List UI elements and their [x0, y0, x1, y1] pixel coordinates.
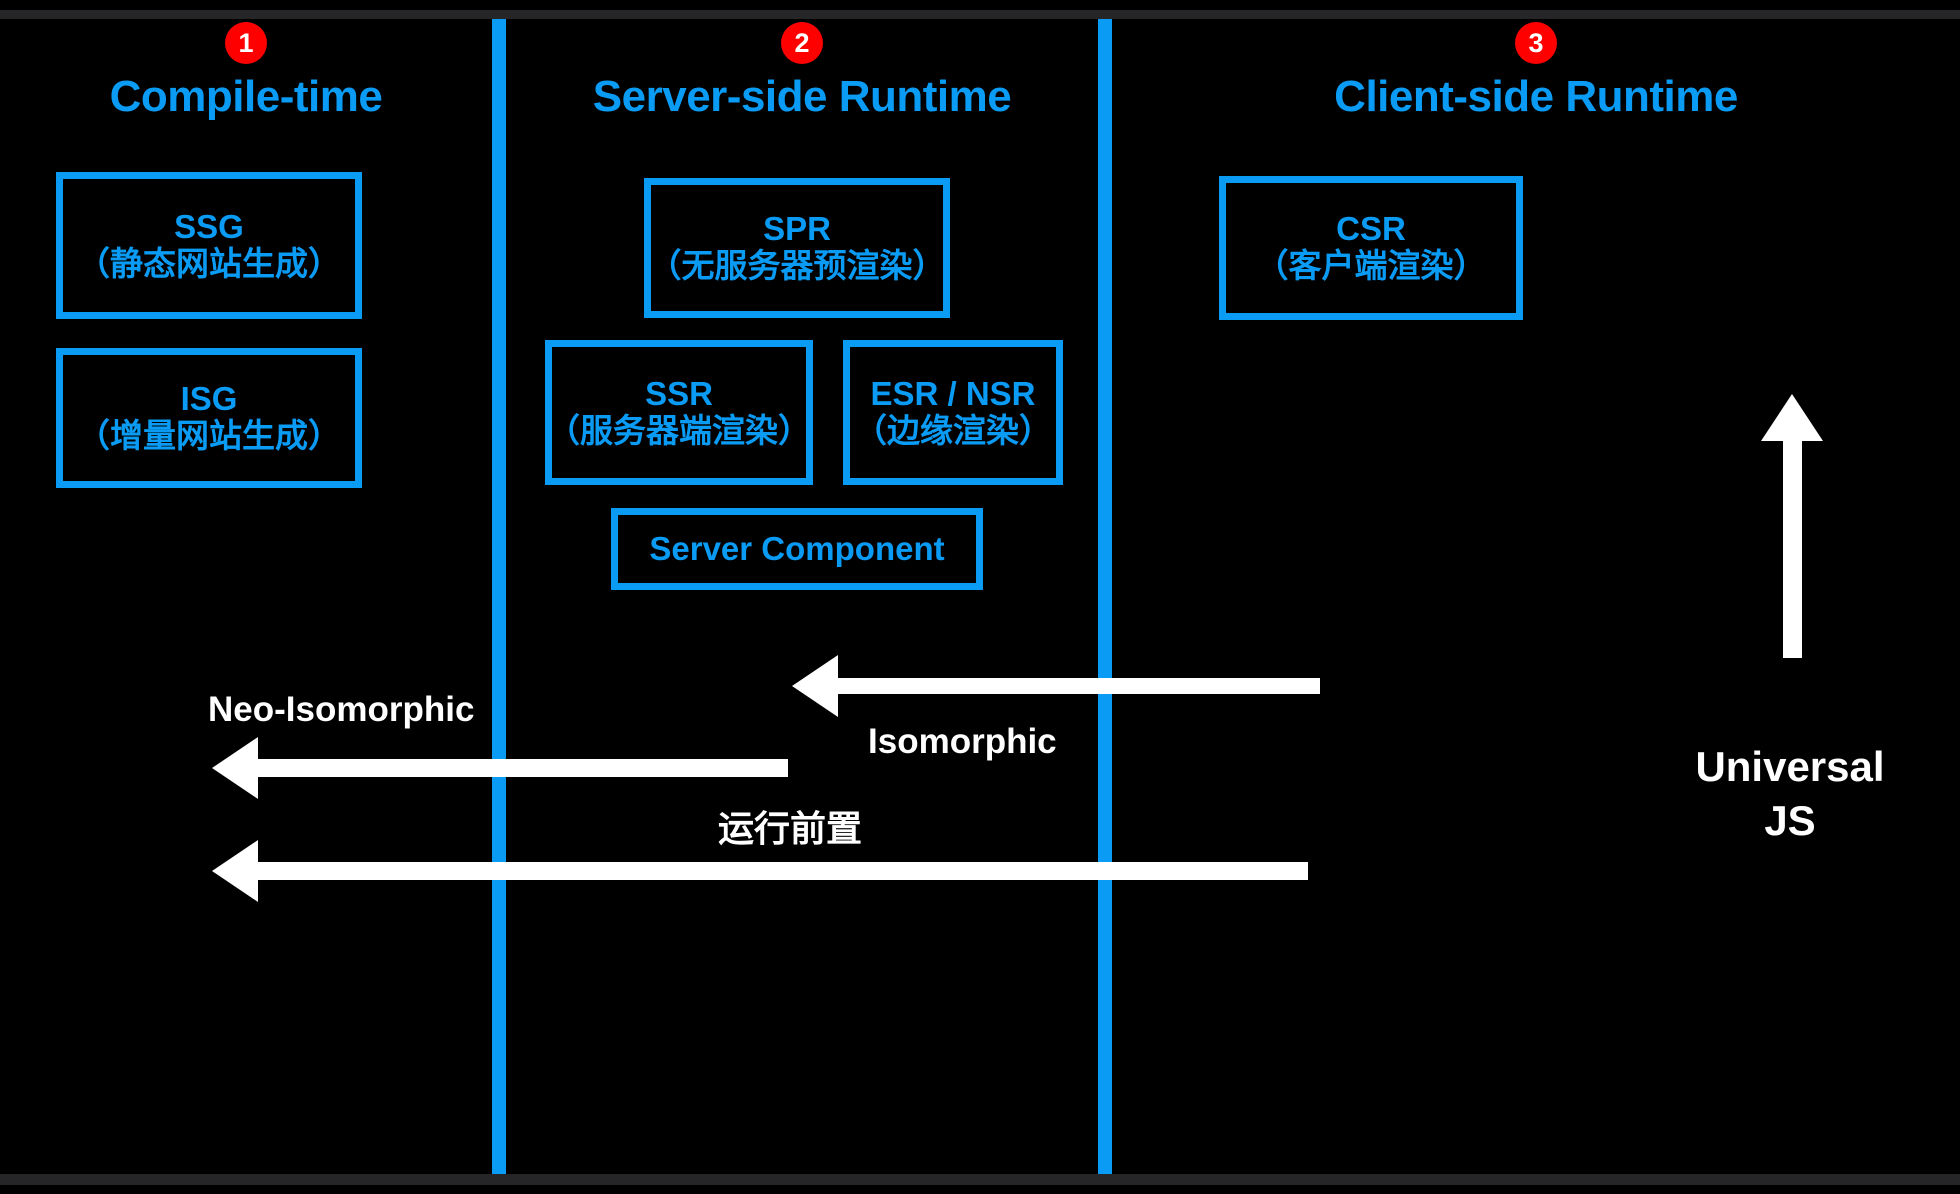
badge-3: 3: [1515, 22, 1557, 64]
box-ssg[interactable]: SSG （静态网站生成）: [56, 172, 362, 319]
column-header-client-side-runtime: 3 Client-side Runtime: [1112, 22, 1960, 122]
box-ssr[interactable]: SSR （服务器端渲染）: [545, 340, 813, 485]
box-ssr-abbr: SSR: [645, 374, 713, 412]
badge-2: 2: [781, 22, 823, 64]
column-divider-1: [492, 19, 506, 1174]
universal-js-arrow-shaft: [1783, 440, 1802, 658]
label-run-ahead: 运行前置: [718, 808, 863, 849]
box-csr-cn: （客户端渲染）: [1255, 247, 1487, 284]
box-server-component-abbr: Server Component: [649, 529, 945, 567]
top-chrome-band: [0, 10, 1960, 19]
column-title-compile-time: Compile-time: [109, 72, 383, 121]
label-isomorphic: Isomorphic: [868, 722, 1057, 761]
box-isg-abbr: ISG: [180, 380, 238, 418]
box-csr[interactable]: CSR （客户端渲染）: [1219, 176, 1523, 320]
neo-isomorphic-arrow-head: [212, 737, 258, 799]
box-esr-nsr-cn: （边缘渲染）: [854, 411, 1052, 449]
column-divider-2: [1098, 19, 1112, 1174]
box-spr-cn: （无服务器预渲染）: [648, 247, 946, 284]
box-spr[interactable]: SPR （无服务器预渲染）: [644, 178, 950, 318]
column-title-client-side-runtime: Client-side Runtime: [1334, 72, 1738, 121]
run-ahead-arrow-shaft: [258, 862, 1308, 880]
label-neo-isomorphic: Neo-Isomorphic: [208, 690, 475, 729]
box-ssr-cn: （服务器端渲染）: [547, 411, 811, 449]
isomorphic-arrow-shaft: [838, 678, 1320, 694]
isomorphic-arrow-head: [792, 655, 838, 717]
box-isg[interactable]: ISG （增量网站生成）: [56, 348, 362, 488]
box-csr-abbr: CSR: [1336, 210, 1406, 248]
column-header-server-side-runtime: 2 Server-side Runtime: [506, 22, 1098, 122]
box-spr-abbr: SPR: [763, 210, 831, 248]
universal-js-arrow-head: [1761, 394, 1823, 441]
column-header-compile-time: 1 Compile-time: [0, 22, 492, 122]
label-universal-js: Universal JS: [1660, 740, 1920, 848]
neo-isomorphic-arrow-shaft: [258, 759, 788, 777]
label-universal-js-line2: JS: [1764, 796, 1816, 844]
column-title-server-side-runtime: Server-side Runtime: [592, 72, 1012, 121]
box-server-component[interactable]: Server Component: [611, 508, 983, 590]
box-isg-cn: （增量网站生成）: [77, 417, 341, 454]
box-esr-nsr[interactable]: ESR / NSR （边缘渲染）: [843, 340, 1063, 485]
box-ssg-cn: （静态网站生成）: [77, 244, 341, 282]
badge-1: 1: [225, 22, 267, 64]
diagram-canvas: 1 Compile-time 2 Server-side Runtime 3 C…: [0, 0, 1960, 1194]
run-ahead-arrow-head: [212, 840, 258, 902]
box-esr-nsr-abbr: ESR / NSR: [870, 374, 1036, 412]
bottom-chrome-band: [0, 1174, 1960, 1185]
box-ssg-abbr: SSG: [174, 207, 244, 245]
label-universal-js-line1: Universal: [1695, 743, 1885, 790]
